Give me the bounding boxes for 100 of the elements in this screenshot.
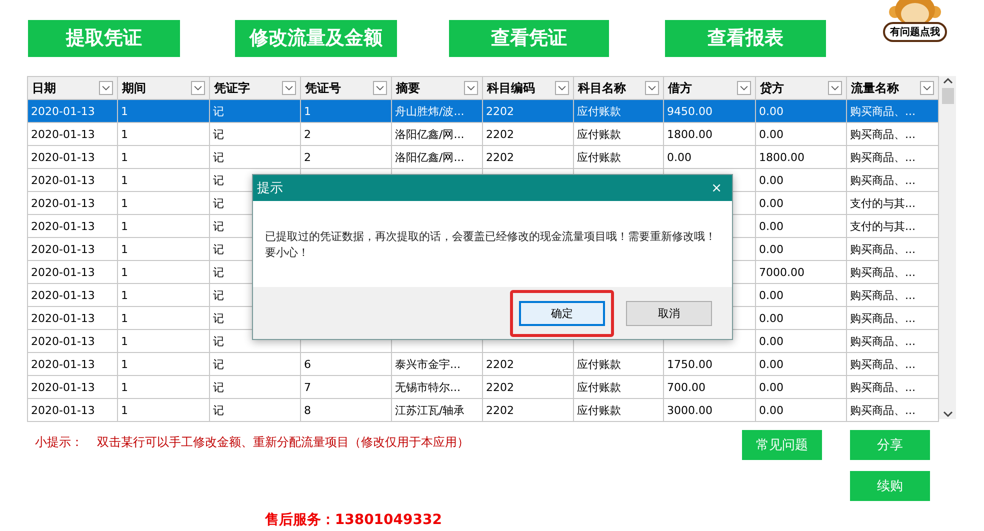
dropdown-icon[interactable] — [464, 81, 478, 95]
table-cell: 记 — [213, 266, 224, 278]
table-row[interactable]: 2020-01-13 1 记 7 无锡市特尔... 2202 应付账款 700.00 0.00 购买商品、... — [28, 376, 938, 398]
column-header[interactable]: 日期 — [28, 76, 118, 100]
table-cell: 购买商品、... — [850, 174, 916, 186]
table-cell: 2020-01-13 — [31, 104, 95, 118]
table-cell: 购买商品、... — [850, 334, 916, 348]
table-cell: 2020-01-13 — [31, 266, 95, 278]
table-cell: 0.00 — [759, 174, 784, 186]
table-cell: 0.00 — [759, 104, 784, 118]
dropdown-icon[interactable] — [191, 81, 205, 95]
table-cell: 8 — [304, 404, 311, 416]
table-cell: 3000.00 — [667, 404, 712, 416]
table-cell: 支付的与其... — [850, 196, 916, 210]
table-cell: 舟山胜炜/波... — [395, 104, 464, 118]
help-label[interactable]: 有问题点我 — [883, 22, 947, 42]
table-cell: 2202 — [486, 358, 514, 370]
table-cell: 记 — [213, 334, 224, 348]
close-button[interactable]: × — [711, 182, 722, 194]
table-cell: 1 — [121, 380, 128, 394]
column-header[interactable]: 贷方 — [756, 76, 846, 100]
column-header[interactable]: 摘要 — [392, 76, 482, 100]
table-cell: 0.00 — [759, 288, 784, 302]
table-cell: 洛阳亿鑫/网... — [395, 150, 464, 164]
table-cell: 2020-01-13 — [31, 128, 95, 140]
table-cell: 记 — [213, 288, 224, 302]
table-row[interactable]: 2020-01-13 1 记 2 洛阳亿鑫/网... 2202 应付账款 1800.00 0.00 购买商品、... — [28, 122, 938, 146]
table-cell: 无锡市特尔... — [395, 380, 460, 394]
column-header[interactable]: 借方 — [664, 76, 756, 100]
table-cell: 洛阳亿鑫/网... — [395, 128, 464, 140]
table-cell: 1 — [121, 128, 128, 140]
table-cell: 0.00 — [667, 150, 692, 164]
table-cell: 购买商品、... — [850, 242, 916, 256]
scroll-thumb[interactable] — [942, 88, 954, 104]
table-cell: 1 — [121, 150, 128, 164]
table-cell: 购买商品、... — [850, 404, 916, 416]
table-cell: 2202 — [486, 380, 514, 394]
table-cell: 9450.00 — [667, 104, 712, 118]
table-cell: 记 — [213, 196, 224, 210]
dropdown-icon[interactable] — [828, 81, 842, 95]
table-cell: 2202 — [486, 104, 514, 118]
column-header[interactable]: 凭证字 — [210, 76, 300, 100]
column-header[interactable]: 凭证号 — [300, 76, 392, 100]
dropdown-icon[interactable] — [920, 81, 934, 95]
table-cell: 2202 — [486, 404, 514, 416]
table-cell: 0.00 — [759, 358, 784, 370]
table-cell: 购买商品、... — [850, 358, 916, 370]
table-row[interactable]: 2020-01-13 1 记 1 舟山胜炜/波... 2202 应付账款 9450.00 0.00 购买商品、... — [28, 100, 938, 122]
table-cell: 记 — [213, 104, 224, 118]
table-cell: 购买商品、... — [850, 128, 916, 140]
table-cell: 应付账款 — [577, 128, 621, 140]
scrollbar[interactable] — [939, 76, 956, 419]
table-cell: 1750.00 — [667, 358, 712, 370]
table-cell: 1 — [121, 242, 128, 256]
table-cell: 2020-01-13 — [31, 174, 95, 186]
column-header[interactable]: 科目编码 — [482, 76, 574, 100]
table-row[interactable]: 2020-01-13 1 记 6 泰兴市金宇... 2202 应付账款 1750.00 0.00 购买商品、... — [28, 352, 938, 376]
table-cell: 0.00 — [759, 312, 784, 324]
table-cell: 2020-01-13 — [31, 288, 95, 302]
column-header[interactable]: 科目名称 — [574, 76, 664, 100]
column-header[interactable]: 流量名称 — [846, 76, 938, 100]
dropdown-icon[interactable] — [555, 81, 569, 95]
table-cell: 记 — [213, 380, 224, 394]
table-cell: 2 — [304, 150, 311, 164]
table-cell: 1 — [121, 174, 128, 186]
table-cell: 0.00 — [759, 334, 784, 348]
cancel-button[interactable]: 取消 — [626, 300, 712, 326]
table-cell: 1 — [121, 266, 128, 278]
table-cell: 购买商品、... — [850, 288, 916, 302]
table-cell: 700.00 — [667, 380, 706, 394]
table-cell: 2202 — [486, 128, 514, 140]
dropdown-icon[interactable] — [99, 81, 113, 95]
scroll-down-icon[interactable] — [942, 409, 954, 419]
table-cell: 记 — [213, 220, 224, 232]
table-row[interactable]: 2020-01-13 1 记 2 洛阳亿鑫/网... 2202 应付账款 0.00 1800.00 购买商品、... — [28, 146, 938, 168]
table-cell: 应付账款 — [577, 404, 621, 416]
table-cell: 记 — [213, 358, 224, 370]
dropdown-icon[interactable] — [373, 81, 387, 95]
dropdown-icon[interactable] — [282, 81, 296, 95]
table-cell: 1 — [121, 358, 128, 370]
table-cell: 记 — [213, 174, 224, 186]
table-cell: 购买商品、... — [850, 312, 916, 324]
column-header[interactable]: 期间 — [118, 76, 210, 100]
table-cell: 2020-01-13 — [31, 334, 95, 348]
table-cell: 1 — [121, 220, 128, 232]
scroll-up-icon[interactable] — [942, 76, 954, 86]
table-cell: 2020-01-13 — [31, 404, 95, 416]
table-cell: 6 — [304, 358, 311, 370]
table-row[interactable]: 2020-01-13 1 记 8 江苏江瓦/轴承 2202 应付账款 3000.00 0.00 购买商品、... — [28, 398, 938, 422]
confirm-button[interactable]: 确定 — [519, 300, 605, 326]
dropdown-icon[interactable] — [645, 81, 659, 95]
table-cell: 1 — [121, 404, 128, 416]
table-cell: 1800.00 — [667, 128, 712, 140]
table-cell: 2020-01-13 — [31, 242, 95, 256]
table-cell: 2 — [304, 128, 311, 140]
table-cell: 记 — [213, 150, 224, 164]
table-cell: 2020-01-13 — [31, 150, 95, 164]
table-cell: 购买商品、... — [850, 104, 916, 118]
table-cell: 2020-01-13 — [31, 380, 95, 394]
dropdown-icon[interactable] — [737, 81, 751, 95]
